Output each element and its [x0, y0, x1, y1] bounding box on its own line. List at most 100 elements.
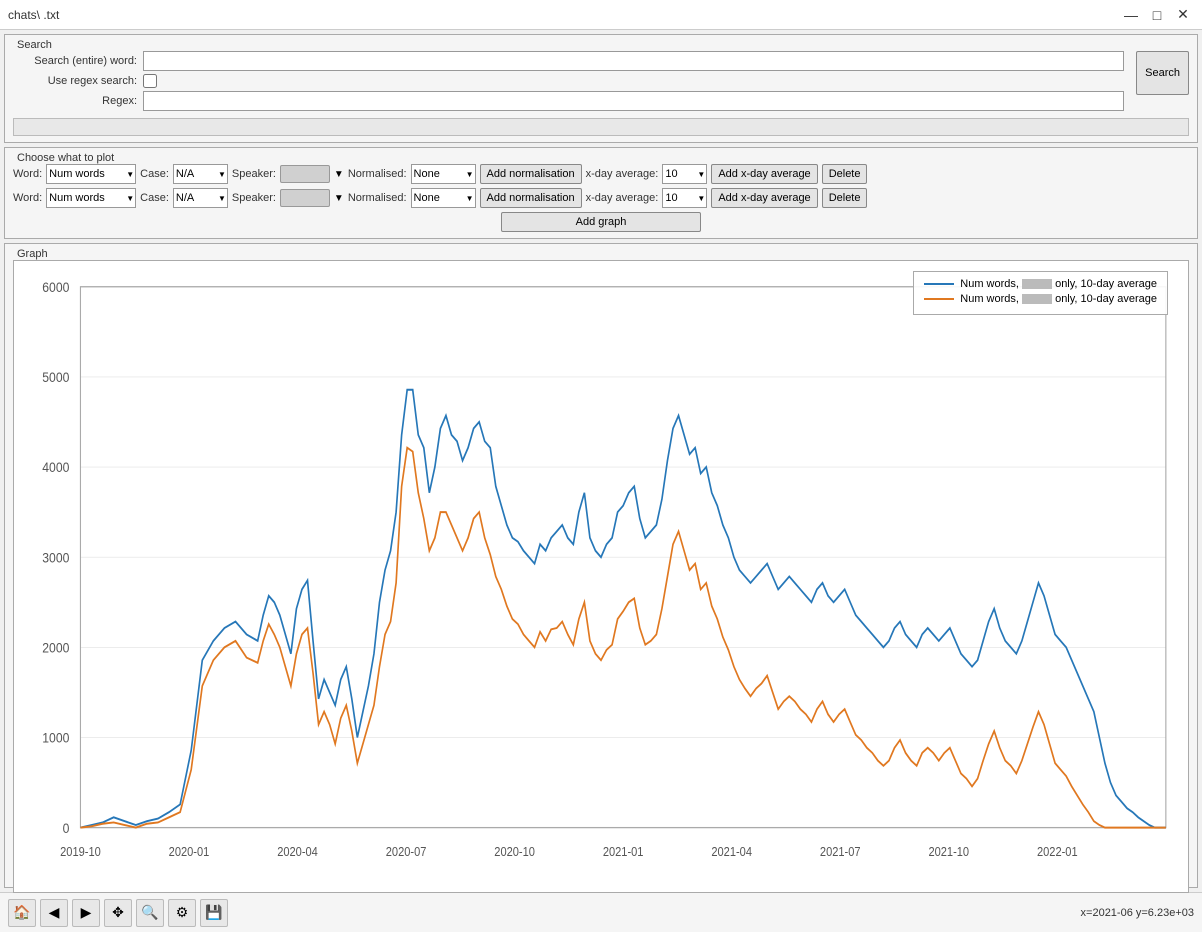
svg-text:2000: 2000	[42, 640, 69, 656]
svg-text:2021-10: 2021-10	[928, 844, 969, 859]
search-legend: Search	[13, 39, 1189, 51]
svg-text:2020-01: 2020-01	[169, 844, 210, 859]
legend-line-2	[924, 298, 954, 300]
plot-case-select-wrap-1: N/A ▼	[173, 164, 228, 184]
window-controls: — □ ✕	[1120, 6, 1194, 24]
plot-speaker-display-2	[280, 189, 330, 207]
main-content: Search Search (entire) word: Use regex s…	[0, 30, 1202, 892]
plot-xday-select-1[interactable]: 10	[662, 164, 707, 184]
legend-label-2: Num words, only, 10-day average	[960, 293, 1157, 305]
save-button[interactable]: 💾	[200, 899, 228, 927]
add-xday-button-2[interactable]: Add x-day average	[711, 188, 817, 208]
chart-container: 0 1000 2000 3000 4000 5000 6000 2019-10 …	[14, 261, 1188, 892]
plot-speaker-arrow-wrap-2: ▼	[334, 193, 344, 204]
plot-word-select-wrap-2: Num words ▼	[46, 188, 136, 208]
plot-norm-select-2[interactable]: None	[411, 188, 476, 208]
plot-word-label-2: Word:	[13, 192, 42, 204]
chart-svg: 0 1000 2000 3000 4000 5000 6000 2019-10 …	[14, 261, 1188, 892]
svg-text:2022-01: 2022-01	[1037, 844, 1078, 859]
plot-section: Choose what to plot Word: Num words ▼ Ca…	[4, 147, 1198, 239]
legend-line-1	[924, 283, 954, 285]
plot-xday-select-wrap-1: 10 ▼	[662, 164, 707, 184]
plot-word-select-wrap-1: Num words ▼	[46, 164, 136, 184]
add-norm-button-2[interactable]: Add normalisation	[480, 188, 582, 208]
minimize-button[interactable]: —	[1120, 6, 1142, 24]
window-title: chats\ .txt	[8, 8, 59, 22]
close-button[interactable]: ✕	[1172, 6, 1194, 24]
search-word-label: Search (entire) word:	[13, 55, 143, 67]
pan-icon: ✥	[112, 904, 124, 921]
plot-speaker-label-1: Speaker:	[232, 168, 276, 180]
svg-text:2020-10: 2020-10	[494, 844, 535, 859]
plot-word-select-2[interactable]: Num words	[46, 188, 136, 208]
add-xday-button-1[interactable]: Add x-day average	[711, 164, 817, 184]
zoom-button[interactable]: 🔍	[136, 899, 164, 927]
plot-speaker-label-2: Speaker:	[232, 192, 276, 204]
search-section: Search Search (entire) word: Use regex s…	[4, 34, 1198, 143]
add-graph-button[interactable]: Add graph	[501, 212, 701, 232]
search-button-wrap: Search	[1136, 51, 1189, 114]
plot-norm-select-wrap-2: None ▼	[411, 188, 476, 208]
search-button[interactable]: Search	[1136, 51, 1189, 95]
svg-text:2020-04: 2020-04	[277, 844, 318, 859]
regex-input-row: Regex:	[13, 91, 1124, 111]
plot-case-label-2: Case:	[140, 192, 169, 204]
svg-text:5000: 5000	[42, 369, 69, 385]
speaker-arrow-2: ▼	[334, 193, 344, 204]
zoom-icon: 🔍	[141, 904, 158, 921]
legend-item-1: Num words, only, 10-day average	[924, 278, 1157, 290]
svg-text:2019-10: 2019-10	[60, 844, 101, 859]
pan-button[interactable]: ✥	[104, 899, 132, 927]
plot-row-1: Word: Num words ▼ Case: N/A ▼ Speaker: ▼…	[13, 164, 1189, 184]
forward-icon: ▶	[81, 904, 92, 921]
home-icon: 🏠	[13, 904, 30, 921]
save-icon: 💾	[205, 904, 222, 921]
search-regex-checkbox[interactable]	[143, 74, 157, 88]
plot-word-select-1[interactable]: Num words	[46, 164, 136, 184]
graph-canvas: 0 1000 2000 3000 4000 5000 6000 2019-10 …	[13, 260, 1189, 893]
plot-norm-label-1: Normalised:	[348, 168, 407, 180]
toolbar-status: x=2021-06 y=6.23e+03	[1081, 907, 1194, 919]
plot-row-2: Word: Num words ▼ Case: N/A ▼ Speaker: ▼…	[13, 188, 1189, 208]
graph-legend: Graph	[13, 248, 1189, 260]
speaker-arrow-1: ▼	[334, 169, 344, 180]
maximize-button[interactable]: □	[1146, 6, 1168, 24]
plot-xday-select-2[interactable]: 10	[662, 188, 707, 208]
back-icon: ◀	[49, 904, 60, 921]
home-button[interactable]: 🏠	[8, 899, 36, 927]
svg-text:6000: 6000	[42, 279, 69, 295]
plot-speaker-display-1	[280, 165, 330, 183]
svg-text:1000: 1000	[42, 730, 69, 746]
regex-input[interactable]	[143, 91, 1124, 111]
back-button[interactable]: ◀	[40, 899, 68, 927]
toolbar: 🏠 ◀ ▶ ✥ 🔍 ⚙ 💾 x=2021-06 y=6.23e+03	[0, 892, 1202, 932]
svg-text:2020-07: 2020-07	[386, 844, 427, 859]
plot-xday-label-2: x-day average:	[586, 192, 659, 204]
search-regex-row: Use regex search:	[13, 74, 1124, 88]
chart-legend: Num words, only, 10-day average Num word…	[913, 271, 1168, 315]
svg-text:2021-07: 2021-07	[820, 844, 861, 859]
plot-xday-label-1: x-day average:	[586, 168, 659, 180]
delete-button-2[interactable]: Delete	[822, 188, 868, 208]
plot-case-select-2[interactable]: N/A	[173, 188, 228, 208]
plot-legend: Choose what to plot	[13, 152, 1189, 164]
settings-icon: ⚙	[176, 904, 189, 921]
forward-button[interactable]: ▶	[72, 899, 100, 927]
search-word-row: Search (entire) word:	[13, 51, 1124, 71]
plot-xday-select-wrap-2: 10 ▼	[662, 188, 707, 208]
toolbar-left: 🏠 ◀ ▶ ✥ 🔍 ⚙ 💾	[8, 899, 228, 927]
settings-button[interactable]: ⚙	[168, 899, 196, 927]
add-norm-button-1[interactable]: Add normalisation	[480, 164, 582, 184]
legend-item-2: Num words, only, 10-day average	[924, 293, 1157, 305]
add-graph-row: Add graph	[13, 212, 1189, 232]
plot-norm-label-2: Normalised:	[348, 192, 407, 204]
plot-speaker-arrow-wrap-1: ▼	[334, 169, 344, 180]
delete-button-1[interactable]: Delete	[822, 164, 868, 184]
legend-label-1: Num words, only, 10-day average	[960, 278, 1157, 290]
plot-case-select-1[interactable]: N/A	[173, 164, 228, 184]
regex-label: Regex:	[13, 95, 143, 107]
svg-text:2021-01: 2021-01	[603, 844, 644, 859]
search-word-input[interactable]	[143, 51, 1124, 71]
plot-norm-select-1[interactable]: None	[411, 164, 476, 184]
plot-case-select-wrap-2: N/A ▼	[173, 188, 228, 208]
